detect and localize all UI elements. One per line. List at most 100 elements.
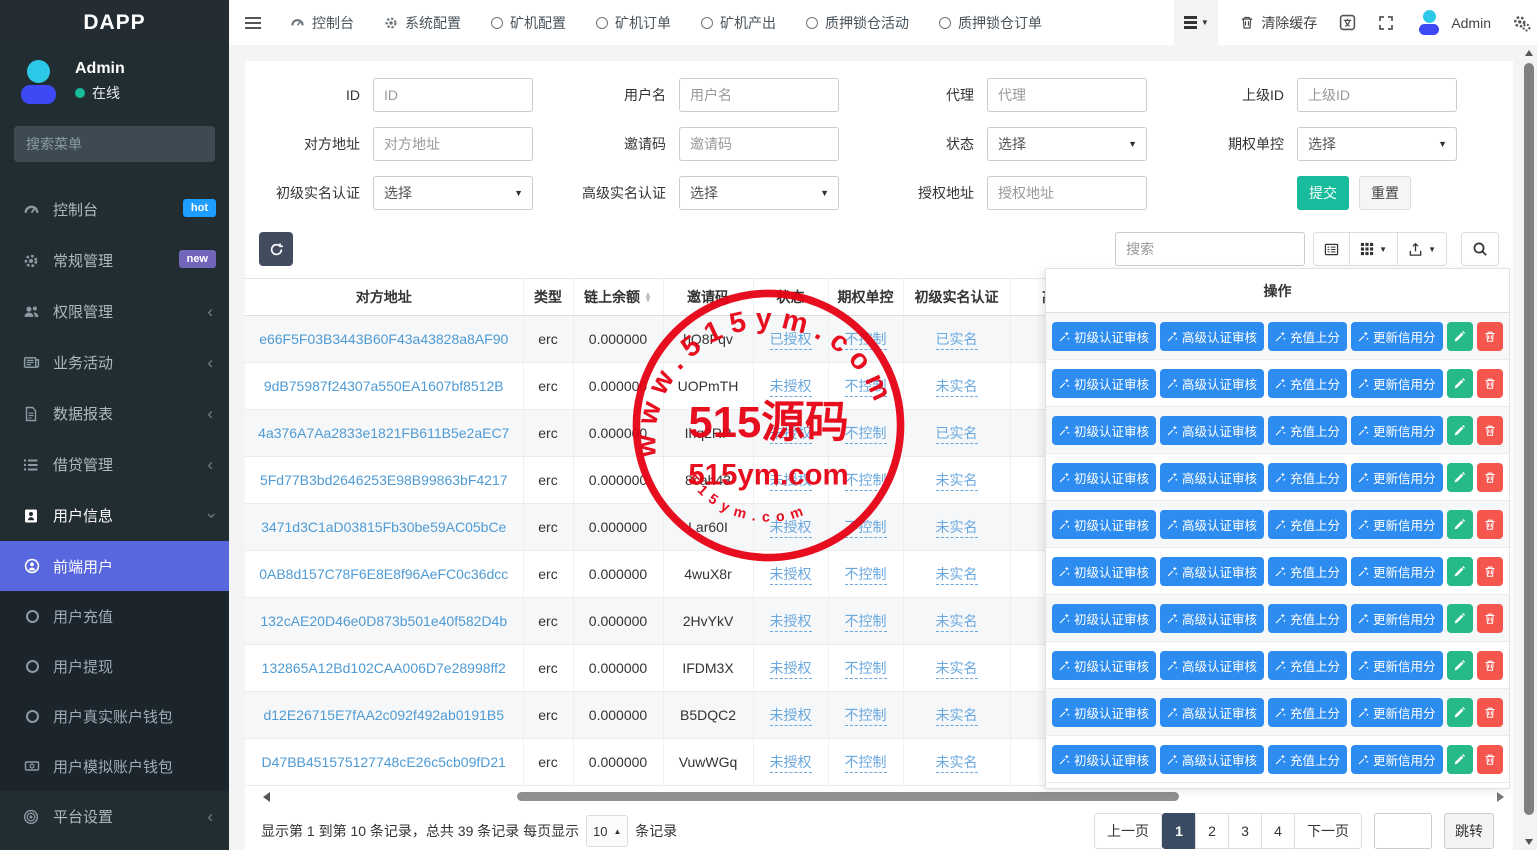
sidebar-item-permissions[interactable]: 权限管理 ‹ xyxy=(0,286,229,337)
update-credit-button[interactable]: 更新信用分 xyxy=(1351,557,1443,586)
primary-kyc-audit-button[interactable]: 初级认证审核 xyxy=(1052,651,1156,680)
kyc-primary-link[interactable]: 未实名 xyxy=(936,707,978,726)
senior-kyc-audit-button[interactable]: 高级认证审核 xyxy=(1160,557,1264,586)
columns-button[interactable]: ▼ xyxy=(1349,232,1398,266)
edit-button[interactable] xyxy=(1447,651,1473,680)
settings-gears-icon[interactable] xyxy=(1513,14,1531,32)
column-header-status[interactable]: 状态 xyxy=(753,279,828,316)
edit-button[interactable] xyxy=(1447,604,1473,633)
kyc-primary-link[interactable]: 未实名 xyxy=(936,566,978,585)
status-link[interactable]: 未授权 xyxy=(770,613,812,632)
recharge-credit-button[interactable]: 充值上分 xyxy=(1268,557,1347,586)
topbar-item-miner-config[interactable]: 矿机配置 xyxy=(491,13,566,33)
address-link[interactable]: 3471d3C1aD03815Fb30be59AC05bCe xyxy=(261,519,506,535)
option-control-link[interactable]: 不控制 xyxy=(845,331,887,350)
update-credit-button[interactable]: 更新信用分 xyxy=(1351,369,1443,398)
horizontal-scrollbar-thumb[interactable] xyxy=(517,792,1179,801)
recharge-credit-button[interactable]: 充值上分 xyxy=(1268,416,1347,445)
option-control-link[interactable]: 不控制 xyxy=(845,378,887,397)
primary-kyc-audit-button[interactable]: 初级认证审核 xyxy=(1052,510,1156,539)
topbar-item-stake-activity[interactable]: 质押锁仓活动 xyxy=(806,13,909,33)
kyc-primary-filter-select[interactable]: 选择▼ xyxy=(373,176,533,210)
option-control-filter-select[interactable]: 选择▼ xyxy=(1297,127,1457,161)
jump-page-input[interactable] xyxy=(1374,813,1432,849)
senior-kyc-audit-button[interactable]: 高级认证审核 xyxy=(1160,416,1264,445)
option-control-link[interactable]: 不控制 xyxy=(845,613,887,632)
topbar-item-stake-orders[interactable]: 质押锁仓订单 xyxy=(939,13,1042,33)
column-header-invite[interactable]: 邀请码 xyxy=(663,279,753,316)
invite-filter-input[interactable] xyxy=(679,127,839,161)
address-link[interactable]: 0AB8d157C78F6E8E8f96AeFC0c36dcc xyxy=(259,566,508,582)
update-credit-button[interactable]: 更新信用分 xyxy=(1351,416,1443,445)
delete-button[interactable] xyxy=(1477,322,1503,351)
page-button[interactable]: 4 xyxy=(1261,813,1295,849)
recharge-credit-button[interactable]: 充值上分 xyxy=(1268,463,1347,492)
next-page-button[interactable]: 下一页 xyxy=(1294,813,1362,849)
update-credit-button[interactable]: 更新信用分 xyxy=(1351,745,1443,774)
sidebar-search-input[interactable] xyxy=(26,136,207,152)
update-credit-button[interactable]: 更新信用分 xyxy=(1351,604,1443,633)
primary-kyc-audit-button[interactable]: 初级认证审核 xyxy=(1052,698,1156,727)
option-control-link[interactable]: 不控制 xyxy=(845,425,887,444)
column-header-type[interactable]: 类型 xyxy=(523,279,573,316)
senior-kyc-audit-button[interactable]: 高级认证审核 xyxy=(1160,698,1264,727)
reset-button[interactable]: 重置 xyxy=(1359,176,1411,210)
senior-kyc-audit-button[interactable]: 高级认证审核 xyxy=(1160,604,1264,633)
scroll-left-arrow-icon[interactable] xyxy=(263,792,270,802)
sidebar-item-lending[interactable]: 借贷管理 ‹ xyxy=(0,439,229,490)
kyc-primary-link[interactable]: 已实名 xyxy=(936,331,978,350)
sidebar-item-general[interactable]: 常规管理 new xyxy=(0,235,229,286)
kyc-primary-link[interactable]: 未实名 xyxy=(936,660,978,679)
column-header-option-control[interactable]: 期权单控 xyxy=(828,279,903,316)
page-button[interactable]: 1 xyxy=(1162,813,1196,849)
recharge-credit-button[interactable]: 充值上分 xyxy=(1268,651,1347,680)
primary-kyc-audit-button[interactable]: 初级认证审核 xyxy=(1052,322,1156,351)
sidebar-item-demo-wallet[interactable]: 用户模拟账户钱包 xyxy=(0,741,229,791)
address-link[interactable]: 5Fd77B3bd2646253E98B99863bF4217 xyxy=(260,472,508,488)
admin-menu[interactable]: Admin xyxy=(1416,10,1491,36)
status-link[interactable]: 未授权 xyxy=(770,754,812,773)
option-control-link[interactable]: 不控制 xyxy=(845,472,887,491)
delete-button[interactable] xyxy=(1477,369,1503,398)
kyc-primary-link[interactable]: 未实名 xyxy=(936,613,978,632)
kyc-primary-link[interactable]: 未实名 xyxy=(936,378,978,397)
senior-kyc-audit-button[interactable]: 高级认证审核 xyxy=(1160,745,1264,774)
page-button[interactable]: 3 xyxy=(1228,813,1262,849)
detail-view-button[interactable] xyxy=(1313,232,1350,266)
edit-button[interactable] xyxy=(1447,698,1473,727)
agent-filter-input[interactable] xyxy=(987,78,1147,112)
prev-page-button[interactable]: 上一页 xyxy=(1094,813,1162,849)
clear-cache-button[interactable]: 清除缓存 xyxy=(1240,13,1317,33)
status-link[interactable]: 已授权 xyxy=(770,331,812,350)
scroll-up-arrow-icon[interactable] xyxy=(1525,50,1533,56)
update-credit-button[interactable]: 更新信用分 xyxy=(1351,651,1443,680)
sidebar-item-reports[interactable]: 数据报表 ‹ xyxy=(0,388,229,439)
parent-id-filter-input[interactable] xyxy=(1297,78,1457,112)
status-link[interactable]: 未授权 xyxy=(770,425,812,444)
vertical-scrollbar[interactable] xyxy=(1521,45,1537,850)
senior-kyc-audit-button[interactable]: 高级认证审核 xyxy=(1160,322,1264,351)
sidebar-item-front-users[interactable]: 前端用户 xyxy=(0,541,229,591)
senior-kyc-audit-button[interactable]: 高级认证审核 xyxy=(1160,510,1264,539)
recharge-credit-button[interactable]: 充值上分 xyxy=(1268,698,1347,727)
kyc-primary-link[interactable]: 已实名 xyxy=(936,425,978,444)
column-header-balance[interactable]: 链上余额▲▼ xyxy=(573,279,663,316)
scroll-down-arrow-icon[interactable] xyxy=(1525,839,1533,845)
senior-kyc-audit-button[interactable]: 高级认证审核 xyxy=(1160,651,1264,680)
senior-kyc-audit-button[interactable]: 高级认证审核 xyxy=(1160,369,1264,398)
status-link[interactable]: 未授权 xyxy=(770,707,812,726)
edit-button[interactable] xyxy=(1447,745,1473,774)
option-control-link[interactable]: 不控制 xyxy=(845,566,887,585)
address-filter-input[interactable] xyxy=(373,127,533,161)
edit-button[interactable] xyxy=(1447,322,1473,351)
scroll-right-arrow-icon[interactable] xyxy=(1497,792,1504,802)
kyc-senior-filter-select[interactable]: 选择▼ xyxy=(679,176,839,210)
sidebar-search[interactable] xyxy=(14,126,215,162)
id-filter-input[interactable] xyxy=(373,78,533,112)
recharge-credit-button[interactable]: 充值上分 xyxy=(1268,369,1347,398)
delete-button[interactable] xyxy=(1477,557,1503,586)
sort-icon[interactable]: ▲▼ xyxy=(644,293,652,303)
recharge-credit-button[interactable]: 充值上分 xyxy=(1268,604,1347,633)
delete-button[interactable] xyxy=(1477,698,1503,727)
status-link[interactable]: 未授权 xyxy=(770,472,812,491)
